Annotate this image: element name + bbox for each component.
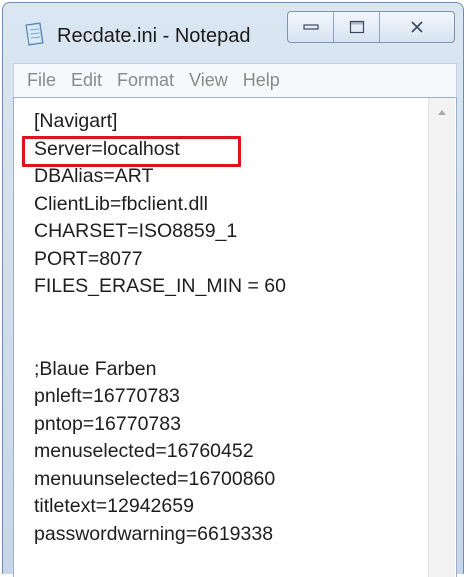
notepad-window: Recdate.ini - Notepad File Edit Format V… — [2, 2, 464, 577]
notepad-icon — [25, 22, 44, 46]
text-content[interactable]: [Navigart] Server=localhost DBAlias=ART … — [34, 108, 416, 548]
text-line: titletext=12942659 — [34, 495, 194, 517]
menu-edit[interactable]: Edit — [71, 70, 102, 91]
menu-help[interactable]: Help — [243, 70, 280, 91]
text-line — [34, 301, 416, 329]
close-icon — [411, 21, 423, 33]
text-line — [34, 328, 416, 356]
text-line: [Navigart] — [34, 110, 118, 132]
menu-bar: File Edit Format View Help — [13, 63, 457, 97]
chevron-up-icon — [438, 109, 446, 115]
menu-file[interactable]: File — [27, 70, 56, 91]
text-line: PORT=8077 — [34, 247, 143, 270]
text-line: ;Blaue Farben — [34, 357, 157, 380]
text-line: FILES_ERASE_IN_MIN = 60 — [34, 275, 286, 297]
text-line: pntop=16770783 — [34, 412, 181, 435]
maximize-icon — [349, 20, 364, 34]
menu-format[interactable]: Format — [117, 70, 174, 91]
menu-view[interactable]: View — [189, 70, 228, 91]
text-line: ClientLib=fbclient.dll — [34, 192, 208, 215]
window-title: Recdate.ini - Notepad — [57, 25, 251, 47]
vertical-scrollbar[interactable] — [428, 98, 455, 577]
text-line: menuunselected=16700860 — [34, 467, 276, 490]
text-line: menuselected=16760452 — [34, 440, 254, 462]
text-line: pnleft=16770783 — [34, 385, 180, 407]
scroll-up-button[interactable] — [429, 102, 455, 122]
close-button[interactable] — [380, 12, 454, 42]
text-editor[interactable]: [Navigart] Server=localhost DBAlias=ART … — [13, 97, 457, 577]
text-line: passwordwarning=6619338 — [34, 522, 274, 545]
maximize-button[interactable] — [334, 12, 380, 42]
highlight-box — [22, 136, 241, 167]
text-line: DBAlias=ART — [34, 165, 154, 187]
minimize-button[interactable] — [288, 12, 334, 42]
text-line: CHARSET=ISO8859_1 — [34, 220, 238, 242]
title-bar[interactable]: Recdate.ini - Notepad — [3, 3, 463, 59]
caption-buttons — [287, 11, 455, 43]
minimize-icon — [302, 24, 319, 30]
